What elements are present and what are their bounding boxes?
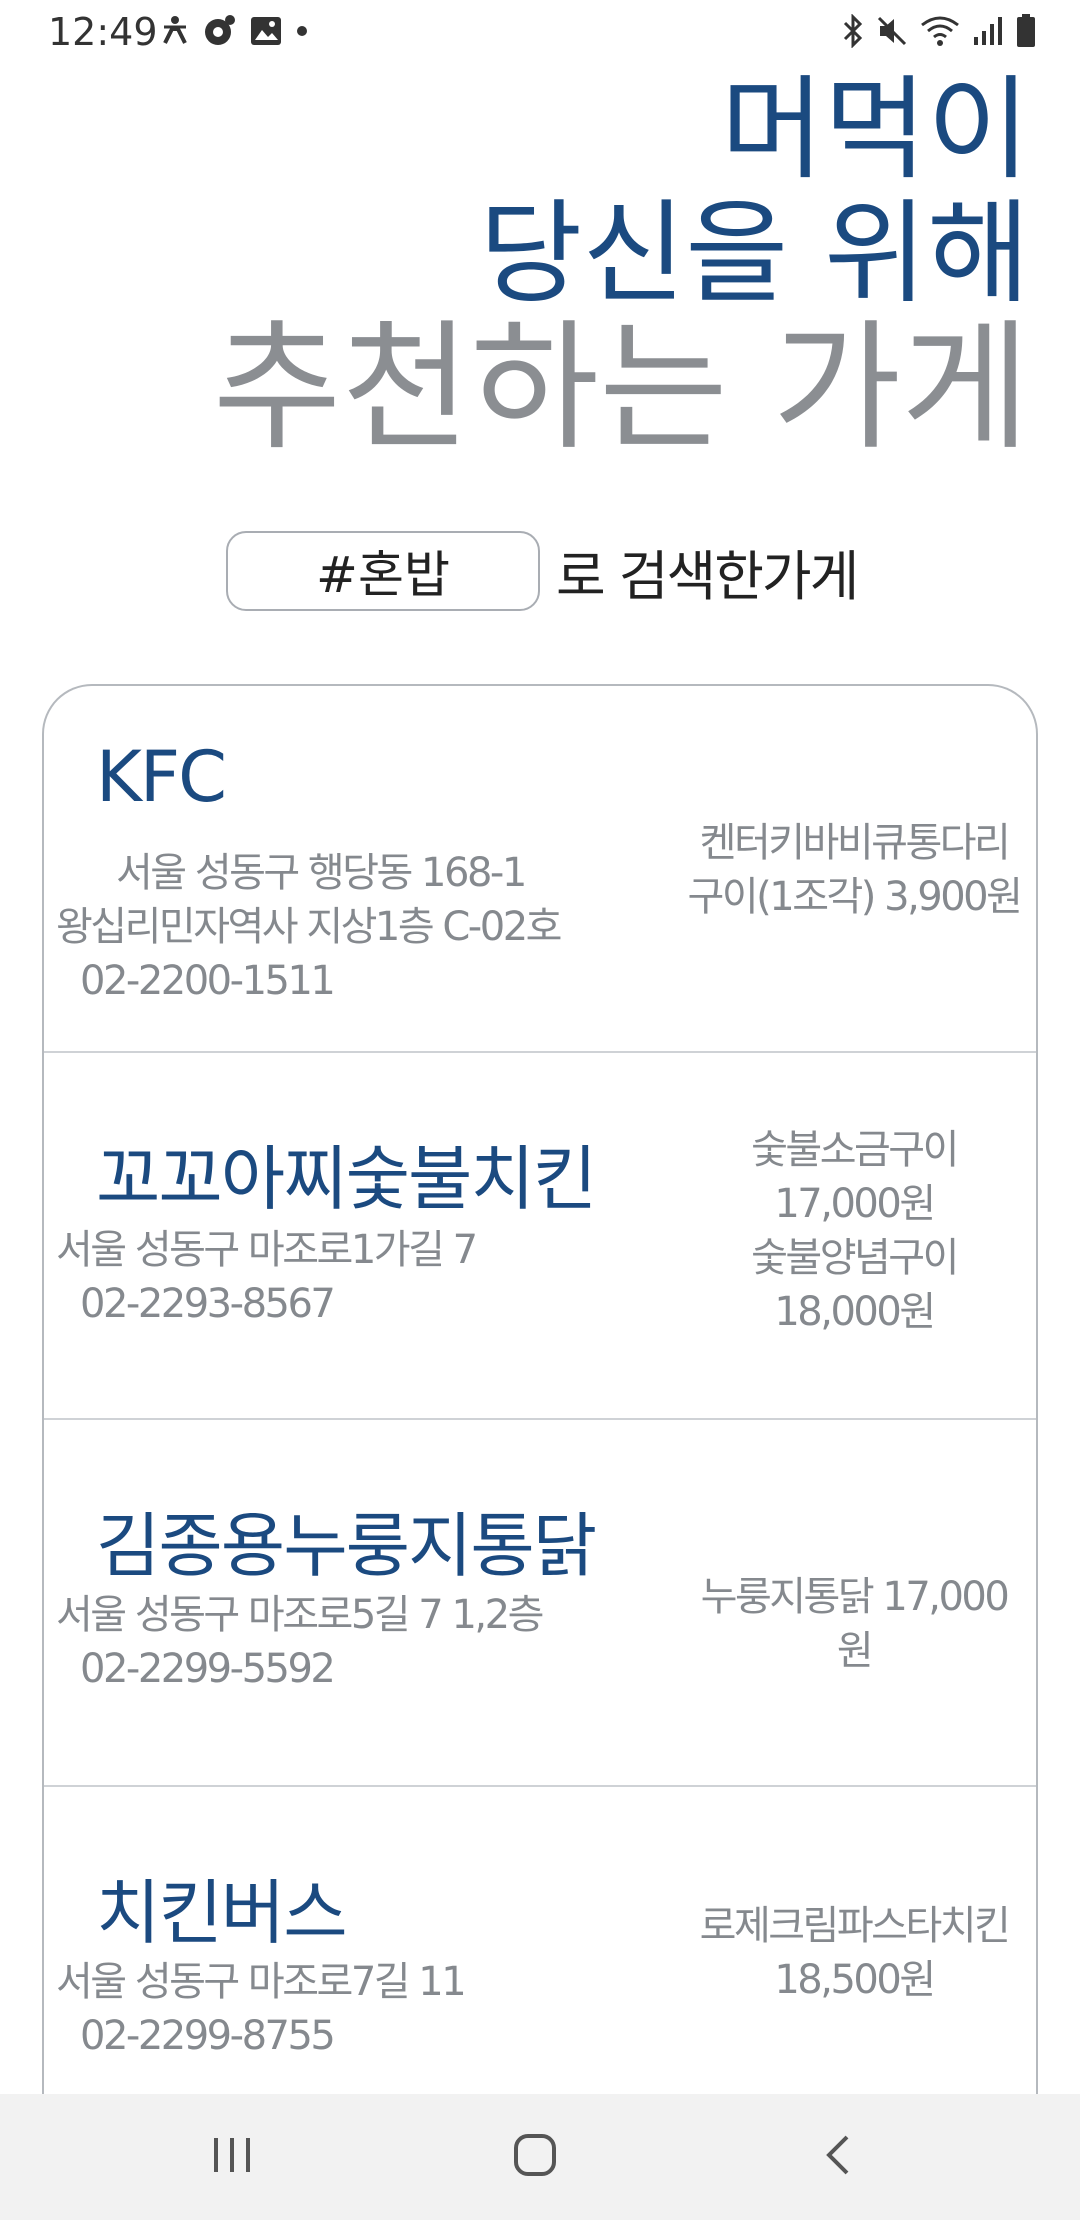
store-name: KFC	[96, 736, 227, 818]
address-line: 서울 성동구 행당동 168-1	[116, 850, 527, 896]
store-address: 서울 성동구 마조로5길 7 1,2층 02-2299-5592	[56, 1588, 544, 1696]
menu-line: 켄터키바비큐통다리	[699, 820, 1011, 866]
mute-icon	[876, 12, 908, 50]
menu-line: 18,000원	[774, 1289, 936, 1335]
status-time: 12:49	[48, 10, 158, 54]
menu-line: 숯불양념구이	[751, 1235, 959, 1281]
address-line: 왕십리민자역사 지상1층 C-02호	[56, 904, 562, 950]
status-bar: 12:49	[0, 0, 1080, 62]
dot-icon	[296, 12, 308, 50]
accessibility-icon	[162, 12, 188, 50]
hero-heading: 머먹이 당신을 위해 추천하는 가게	[213, 68, 1030, 464]
menu-line: 18,500원	[774, 1957, 936, 2003]
heading-line-2: 당신을 위해	[479, 189, 1030, 319]
menu-line: 숯불소금구이	[751, 1127, 959, 1173]
navigation-bar	[0, 2094, 1080, 2220]
store-card[interactable]: 치킨버스 서울 성동구 마조로7길 11 02-2299-8755 로제크림파스…	[44, 1787, 1036, 2094]
store-card[interactable]: KFC 서울 성동구 행당동 168-1 왕십리민자역사 지상1층 C-02호 …	[44, 686, 1036, 1053]
screen: 12:49 머먹이 당신을 위해 추천하는 가게 #혼밥 로 검색한가게 KFC…	[0, 0, 1080, 2220]
store-name: 치킨버스	[96, 1872, 348, 1954]
menu-line: 누룽지통닭 17,000원	[700, 1574, 1010, 1674]
phone-number: 02-2200-1511	[80, 958, 336, 1004]
address-line: 서울 성동구 마조로7길 11	[56, 1959, 467, 2005]
store-name: 꼬꼬아찌숯불치킨	[96, 1138, 597, 1220]
battery-icon	[1016, 12, 1036, 50]
menu-line: 로제크림파스타치킨	[699, 1903, 1011, 1949]
store-address: 서울 성동구 마조로1가길 7 02-2293-8567	[56, 1223, 478, 1331]
wifi-icon	[920, 12, 960, 50]
menu-line: 17,000원	[774, 1181, 936, 1227]
store-menu: 숯불소금구이 17,000원 숯불양념구이 18,000원	[684, 1123, 1024, 1339]
back-button[interactable]	[803, 2122, 873, 2192]
store-card[interactable]: 꼬꼬아찌숯불치킨 서울 성동구 마조로1가길 7 02-2293-8567 숯불…	[44, 1053, 1036, 1420]
recents-button[interactable]	[197, 2122, 267, 2192]
search-row: #혼밥 로 검색한가게	[226, 531, 859, 611]
status-right-icons	[842, 12, 1036, 50]
recents-icon	[210, 2135, 254, 2179]
store-address: 서울 성동구 행당동 168-1 왕십리민자역사 지상1층 C-02호 02-2…	[56, 846, 562, 1008]
signal-icon	[972, 12, 1004, 50]
bluetooth-icon	[842, 12, 864, 50]
status-left-icons	[162, 12, 308, 50]
phone-number: 02-2299-8755	[80, 2013, 336, 2059]
store-menu: 누룽지통닭 17,000원	[684, 1570, 1024, 1678]
heading-line-1: 머먹이	[720, 65, 1030, 195]
settings-app-icon	[202, 12, 236, 50]
home-button[interactable]	[500, 2122, 570, 2192]
heading-line-3: 추천하는 가게	[212, 307, 1030, 470]
search-suffix-label: 로 검색한가게	[556, 544, 859, 608]
back-icon	[823, 2133, 853, 2181]
menu-line: 구이(1조각) 3,900원	[687, 874, 1023, 920]
store-address: 서울 성동구 마조로7길 11 02-2299-8755	[56, 1955, 467, 2063]
store-list: KFC 서울 성동구 행당동 168-1 왕십리민자역사 지상1층 C-02호 …	[42, 684, 1038, 2094]
gallery-icon	[250, 12, 282, 50]
address-line: 서울 성동구 마조로5길 7 1,2층	[56, 1592, 544, 1638]
store-menu: 로제크림파스타치킨 18,500원	[684, 1899, 1024, 2007]
home-icon	[512, 2132, 558, 2182]
phone-number: 02-2293-8567	[80, 1281, 336, 1327]
store-menu: 켄터키바비큐통다리 구이(1조각) 3,900원	[684, 816, 1024, 924]
store-name: 김종용누룽지통닭	[96, 1505, 597, 1587]
phone-number: 02-2299-5592	[80, 1646, 336, 1692]
store-card[interactable]: 김종용누룽지통닭 서울 성동구 마조로5길 7 1,2층 02-2299-559…	[44, 1420, 1036, 1787]
address-line: 서울 성동구 마조로1가길 7	[56, 1227, 478, 1273]
search-tag-chip[interactable]: #혼밥	[226, 531, 540, 611]
